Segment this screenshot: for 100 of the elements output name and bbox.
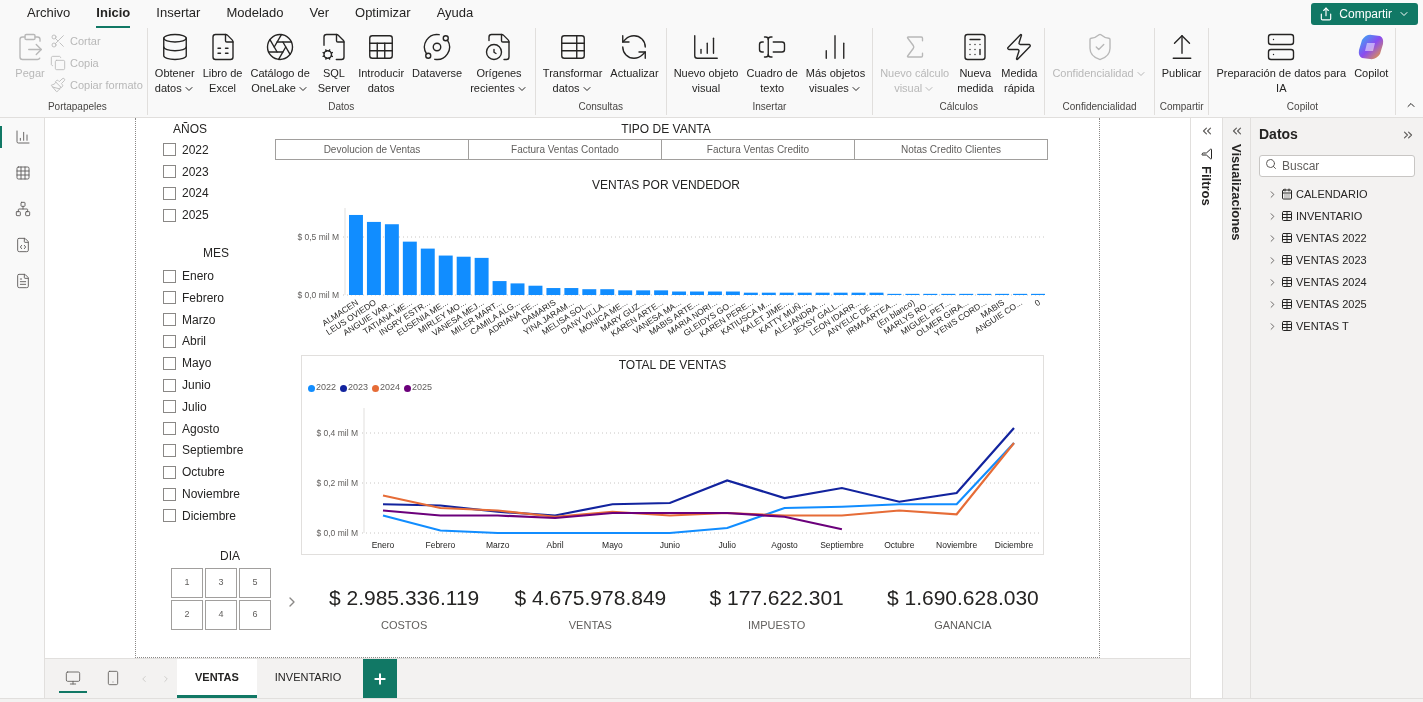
ribbon-button[interactable]: Introducir datos [355, 28, 408, 100]
ribbon-button[interactable]: Actualizar [607, 28, 662, 100]
pane-title[interactable]: Filtros [1196, 166, 1217, 206]
filter-button[interactable]: Notas Credito Clientes [854, 139, 1048, 160]
menu-tab[interactable]: Insertar [156, 0, 201, 28]
ribbon-button[interactable]: SQL Server [314, 28, 354, 100]
checkbox[interactable] [163, 165, 176, 179]
bar [474, 257, 489, 295]
checkbox-label: Enero [182, 268, 215, 286]
checkbox[interactable] [163, 334, 176, 348]
data-table-item[interactable]: VENTAS 2023 [1267, 251, 1415, 269]
add-page-button[interactable] [363, 659, 398, 698]
ribbon-button[interactable]: Transformar datos [539, 28, 606, 100]
axis-label: 0 [1032, 297, 1043, 309]
bar [456, 256, 471, 295]
day-tile[interactable]: 5 [239, 567, 271, 598]
checkbox[interactable] [163, 356, 176, 370]
ribbon-button[interactable]: Nuevo objeto visual [670, 28, 742, 100]
checkbox[interactable] [163, 291, 176, 305]
axis-label: Julio [718, 540, 736, 550]
chevron-right-icon [1267, 320, 1278, 332]
legend-label: 2024 [380, 381, 401, 395]
bar [779, 292, 794, 295]
ribbon-button[interactable]: Catálogo de OneLake [247, 28, 313, 100]
bar [420, 248, 435, 295]
checkbox-label: Noviembre [182, 486, 241, 504]
bar [869, 292, 884, 295]
data-table-item[interactable]: VENTAS 2025 [1267, 295, 1415, 313]
table-icon [1281, 276, 1293, 288]
ribbon-button[interactable]: Nueva medida [954, 28, 997, 100]
chevron-right-icon [1267, 298, 1278, 310]
day-tile[interactable]: 3 [205, 567, 237, 598]
ribbon-button[interactable]: Orígenes recientes [467, 28, 531, 100]
bar [546, 288, 561, 295]
share-button[interactable]: Compartir [1311, 3, 1418, 25]
table-icon [1281, 320, 1293, 332]
filter-button[interactable]: Factura Ventas Contado [468, 139, 662, 160]
kpi-value: $ 2.985.336.119 [329, 585, 480, 611]
data-table-item[interactable]: VENTAS 2022 [1267, 229, 1415, 247]
menu-tab[interactable]: Archivo [27, 0, 71, 28]
kpi-value: $ 177.622.301 [709, 585, 844, 611]
data-table-item[interactable]: VENTAS T [1267, 317, 1415, 335]
page-tab[interactable]: INVENTARIO [256, 659, 360, 698]
checkbox[interactable] [163, 509, 176, 523]
axis-label: Mayo [602, 540, 623, 550]
axis-label: $ 0,5 mil M [297, 232, 339, 242]
checkbox[interactable] [163, 208, 176, 222]
ribbon-button[interactable]: Preparación de datos para IA [1213, 28, 1350, 100]
chevron-right-icon [1267, 232, 1278, 244]
menu-tab[interactable]: Ayuda [436, 0, 474, 28]
checkbox[interactable] [163, 422, 176, 436]
ribbon-button[interactable]: Libro de Excel [199, 28, 246, 100]
checkbox[interactable] [163, 187, 176, 200]
filter-button[interactable]: Devolucion de Ventas [275, 139, 469, 160]
ribbon-button[interactable]: Publicar [1158, 28, 1205, 100]
checkbox[interactable] [163, 378, 176, 392]
day-tile[interactable]: 4 [205, 599, 237, 630]
day-tile[interactable]: 2 [171, 599, 203, 630]
ribbon-button[interactable]: Dataverse [409, 28, 466, 100]
checkbox-label: Junio [182, 377, 211, 395]
ribbon-button[interactable]: Obtener datos [151, 28, 198, 100]
ribbon-button[interactable]: Cuadro de texto [743, 28, 801, 100]
chevron-right-icon [1267, 254, 1278, 266]
menu-tab[interactable]: Optimizar [355, 0, 411, 28]
checkbox[interactable] [163, 443, 176, 457]
day-tile[interactable]: 1 [171, 567, 203, 598]
bar [672, 291, 687, 295]
axis-label: Octubre [884, 540, 915, 550]
filter-button[interactable]: Factura Ventas Credito [661, 139, 855, 160]
ribbon-button[interactable]: Medida rápida [998, 28, 1041, 100]
menu-tab[interactable]: Ver [309, 0, 329, 28]
ribbon-group-label: Datos [327, 100, 356, 114]
bar [690, 291, 704, 295]
aperture-icon [265, 32, 296, 62]
data-table-item[interactable]: INVENTARIO [1267, 207, 1415, 225]
checkbox[interactable] [163, 400, 176, 414]
kpi-value: $ 4.675.978.849 [514, 585, 667, 611]
bar [636, 290, 651, 295]
pane-title[interactable]: Visualizaciones [1226, 144, 1247, 241]
axis-label: Marzo [485, 540, 510, 550]
tmdl-view-icon [15, 273, 31, 289]
ribbon-button[interactable]: Más objetos visuales [802, 28, 869, 100]
checkbox[interactable] [163, 143, 176, 157]
bar [510, 283, 525, 295]
data-table-item[interactable]: CALENDARIO [1267, 185, 1415, 203]
ribbon-button[interactable]: Copilot [1351, 28, 1392, 100]
page-tab[interactable]: VENTAS [177, 659, 257, 698]
data-table-item[interactable]: VENTAS 2024 [1267, 273, 1415, 291]
checkbox[interactable] [163, 269, 176, 283]
slicer-title: AÑOS [172, 122, 208, 136]
search-field[interactable]: Buscar [1259, 155, 1415, 177]
day-tile[interactable]: 6 [239, 599, 271, 630]
axis-label: Noviembre [936, 540, 978, 550]
checkbox-label: Abril [182, 333, 206, 351]
menu-tab[interactable]: Modelado [226, 0, 284, 28]
checkbox[interactable] [163, 487, 176, 501]
checkbox[interactable] [163, 313, 176, 327]
checkbox[interactable] [163, 465, 176, 479]
ribbon-group-label: Consultas [577, 100, 624, 114]
ribbon-group-label: Portapapeles [46, 100, 108, 114]
